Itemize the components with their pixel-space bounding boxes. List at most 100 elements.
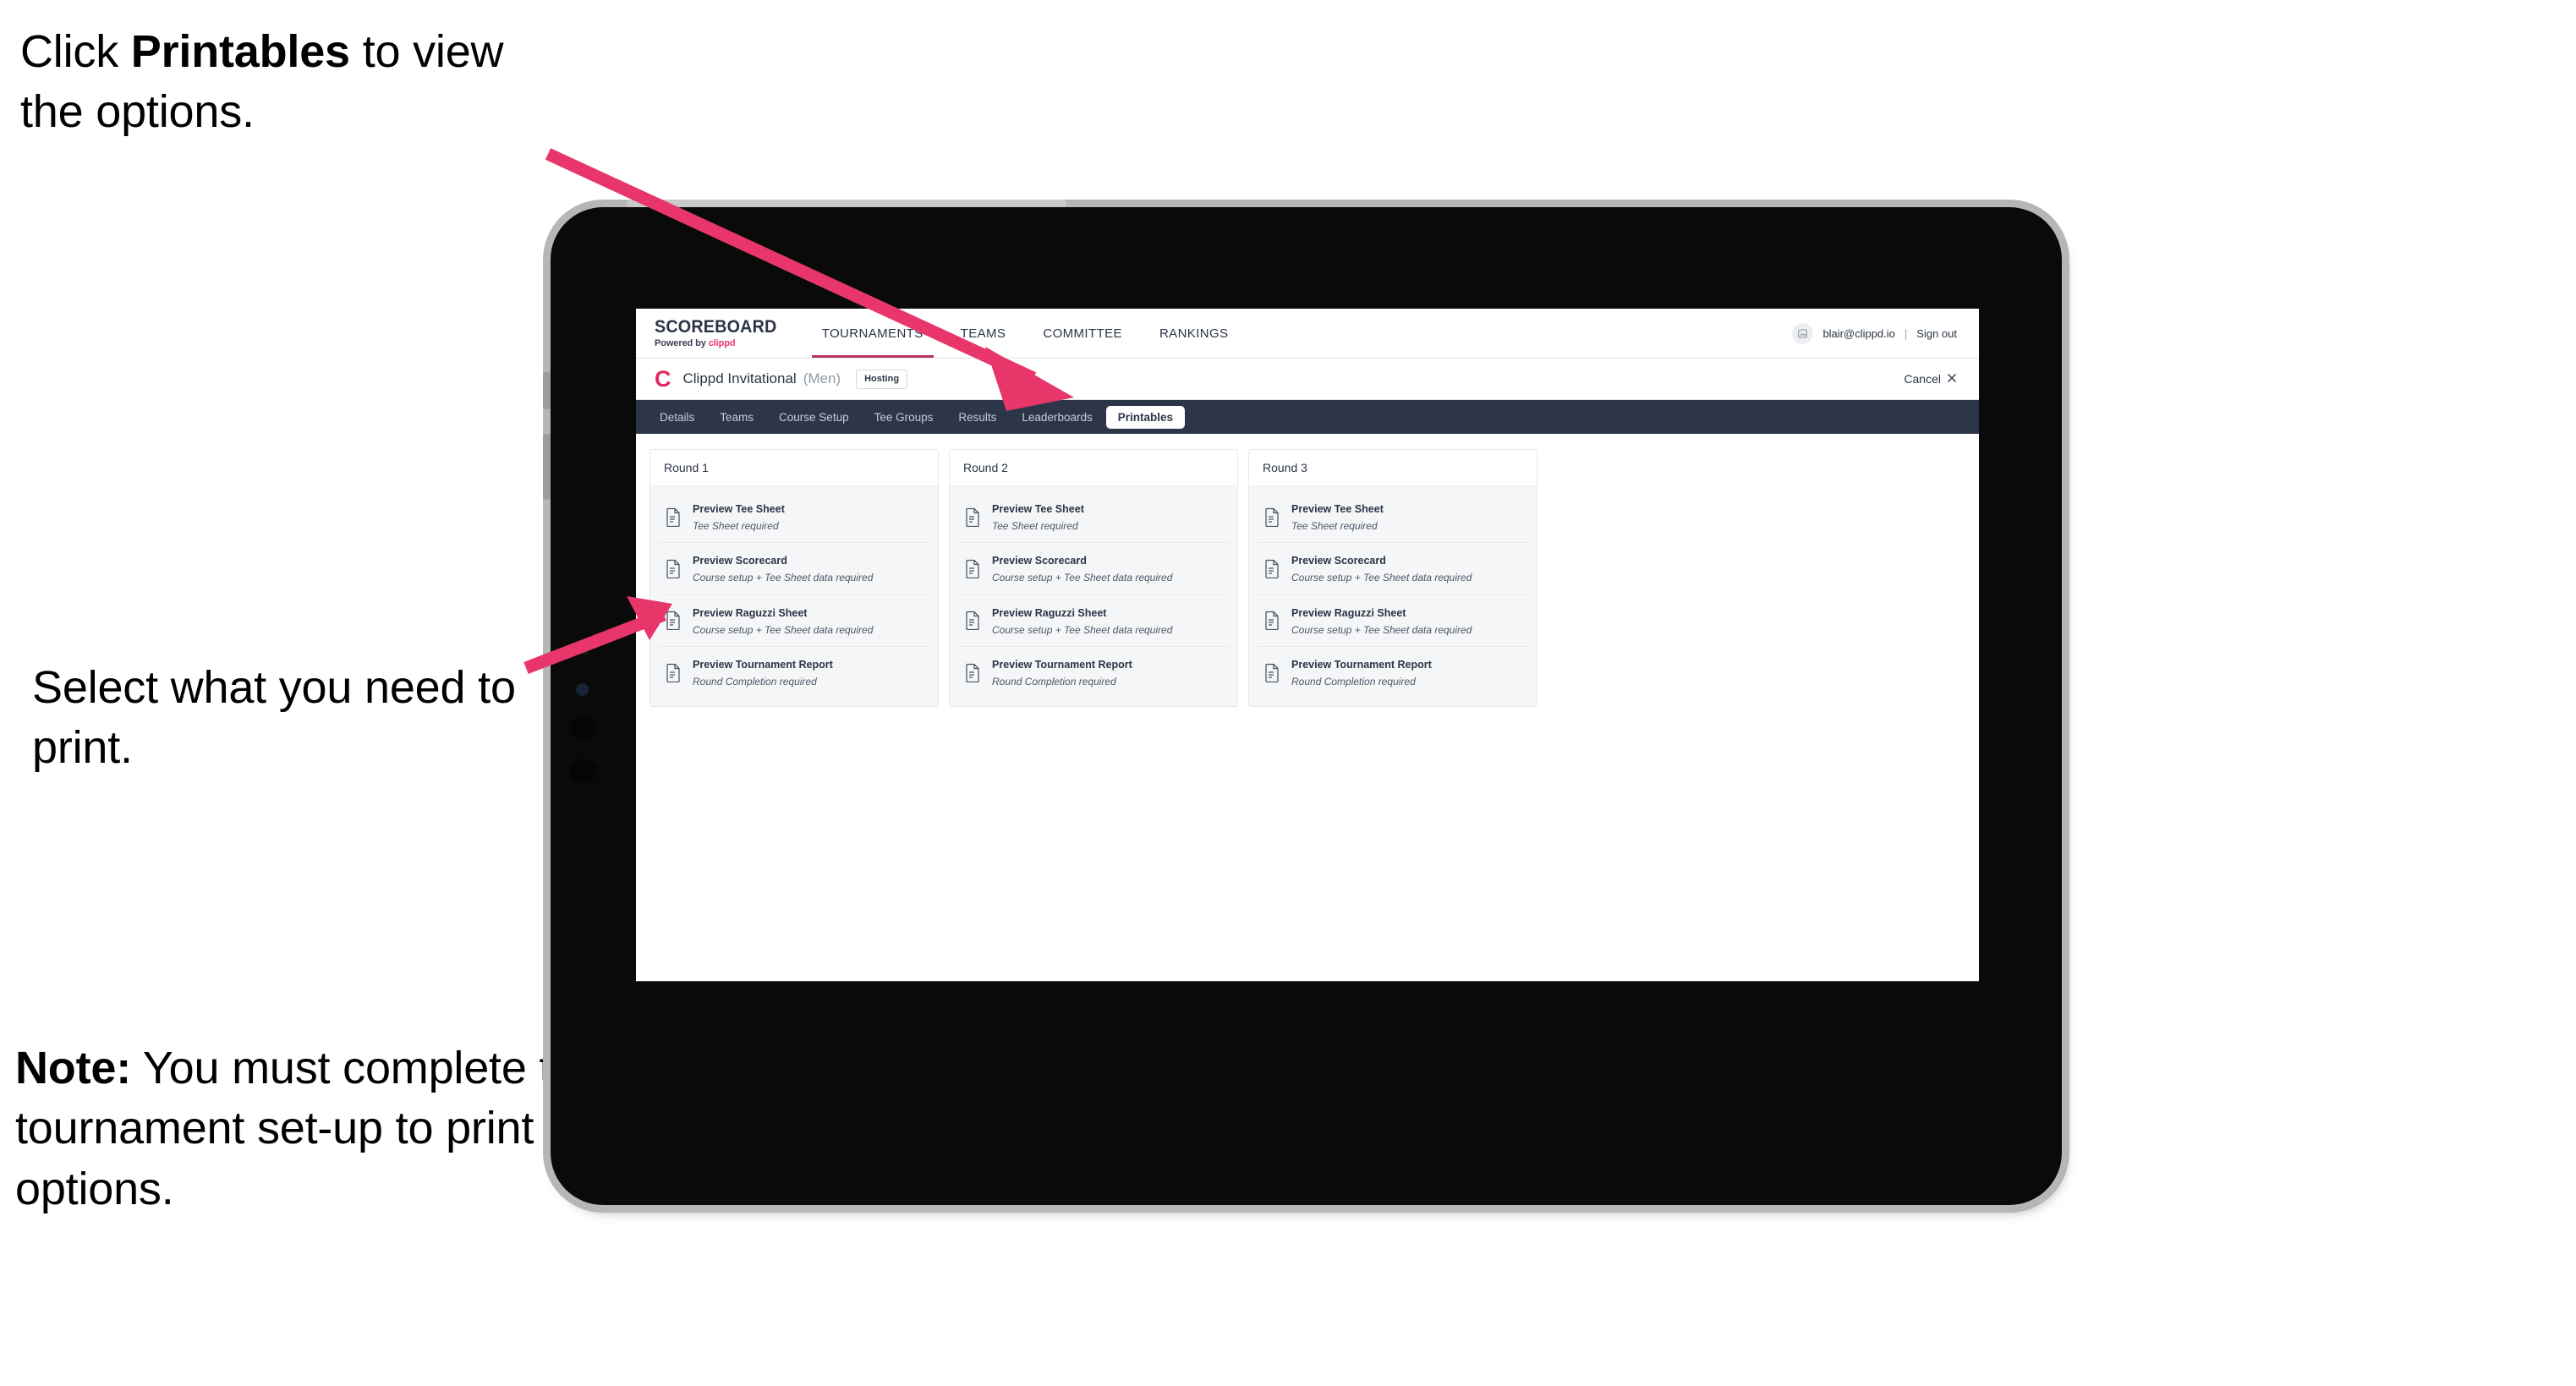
- printable-row-scorecard[interactable]: Preview Scorecard Course setup + Tee She…: [658, 543, 930, 595]
- printable-title: Preview Scorecard: [693, 555, 787, 567]
- topnav-label: TOURNAMENTS: [821, 326, 924, 341]
- topnav-item-rankings[interactable]: RANKINGS: [1141, 309, 1247, 358]
- document-icon: [666, 559, 682, 579]
- tab-tee-groups[interactable]: Tee Groups: [863, 406, 945, 429]
- printable-text: Preview Raguzzi Sheet Course setup + Tee…: [992, 605, 1172, 637]
- account-area: blair@clippd.io | Sign out: [1792, 309, 1979, 358]
- round-items-list: Preview Tee Sheet Tee Sheet required Pre…: [650, 486, 938, 706]
- printable-requirement: Course setup + Tee Sheet data required: [1291, 623, 1472, 636]
- annotation-click-bold: Printables: [130, 26, 350, 77]
- printable-text: Preview Scorecard Course setup + Tee She…: [1291, 552, 1472, 584]
- document-icon: [1264, 663, 1280, 682]
- brand-title: SCOREBOARD: [655, 317, 777, 337]
- tablet-volume-button[interactable]: [543, 372, 551, 409]
- document-icon: [965, 611, 981, 631]
- printable-text: Preview Tee Sheet Tee Sheet required: [992, 501, 1084, 533]
- printable-requirement: Tee Sheet required: [992, 519, 1078, 532]
- status-badge: Hosting: [856, 369, 908, 389]
- round-title: Round 3: [1249, 450, 1537, 486]
- document-icon: [965, 507, 981, 527]
- clippd-logo-icon: C: [655, 365, 671, 392]
- printable-requirement: Course setup + Tee Sheet data required: [992, 572, 1173, 584]
- topnav-item-tournaments[interactable]: TOURNAMENTS: [803, 309, 942, 358]
- printable-title: Preview Raguzzi Sheet: [1291, 606, 1406, 619]
- user-avatar-icon[interactable]: [1792, 322, 1814, 344]
- round-card-1: Round 1 Preview Tee Sheet Tee Sheet requ…: [649, 449, 939, 707]
- cancel-button[interactable]: Cancel: [1904, 372, 1957, 386]
- printable-row-tournament-report[interactable]: Preview Tournament Report Round Completi…: [957, 647, 1230, 698]
- document-icon: [965, 663, 981, 682]
- tab-results[interactable]: Results: [946, 406, 1008, 429]
- printable-row-tournament-report[interactable]: Preview Tournament Report Round Completi…: [1257, 647, 1529, 698]
- round-items-list: Preview Tee Sheet Tee Sheet required Pre…: [950, 486, 1237, 706]
- document-icon: [1264, 559, 1280, 579]
- printable-row-raguzzi-sheet[interactable]: Preview Raguzzi Sheet Course setup + Tee…: [1257, 595, 1529, 648]
- printables-content: Round 1 Preview Tee Sheet Tee Sheet requ…: [636, 434, 1979, 707]
- printable-title: Preview Tee Sheet: [992, 503, 1084, 515]
- printable-text: Preview Raguzzi Sheet Course setup + Tee…: [693, 605, 873, 637]
- user-email-label: blair@clippd.io: [1822, 326, 1895, 340]
- document-icon: [965, 559, 981, 579]
- topnav-label: TEAMS: [960, 326, 1006, 341]
- printable-title: Preview Tee Sheet: [1291, 503, 1384, 515]
- document-icon: [1264, 611, 1280, 631]
- round-items-list: Preview Tee Sheet Tee Sheet required Pre…: [1249, 486, 1537, 706]
- printable-title: Preview Scorecard: [1291, 555, 1386, 567]
- primary-navigation: TOURNAMENTS TEAMS COMMITTEE RANKINGS: [803, 309, 1247, 358]
- printable-title: Preview Tee Sheet: [693, 503, 785, 515]
- tab-printables[interactable]: Printables: [1105, 405, 1186, 429]
- printable-row-tee-sheet[interactable]: Preview Tee Sheet Tee Sheet required: [957, 491, 1230, 544]
- printable-text: Preview Tournament Report Round Completi…: [992, 656, 1132, 688]
- tablet-top-edge-strip: [627, 200, 1066, 207]
- printable-title: Preview Tournament Report: [1291, 659, 1432, 671]
- account-separator: |: [1904, 326, 1908, 340]
- printable-text: Preview Tournament Report Round Completi…: [693, 656, 833, 688]
- app-top-bar: SCOREBOARD Powered by clippd TOURNAMENTS…: [636, 309, 1979, 359]
- brand-tagline-clippd: clippd: [708, 338, 736, 348]
- topnav-label: RANKINGS: [1159, 326, 1229, 341]
- brand-tagline-prefix: Powered by: [655, 338, 709, 348]
- round-card-3: Round 3 Preview Tee Sheet Tee Sheet requ…: [1248, 449, 1537, 707]
- printable-row-scorecard[interactable]: Preview Scorecard Course setup + Tee She…: [1257, 543, 1529, 595]
- document-icon: [666, 507, 682, 527]
- printable-requirement: Round Completion required: [992, 675, 1116, 688]
- printable-row-raguzzi-sheet[interactable]: Preview Raguzzi Sheet Course setup + Tee…: [658, 595, 930, 648]
- printable-requirement: Course setup + Tee Sheet data required: [992, 623, 1173, 636]
- printable-text: Preview Scorecard Course setup + Tee She…: [992, 552, 1172, 584]
- tournament-header-bar: C Clippd Invitational (Men) Hosting Canc…: [636, 359, 1979, 400]
- ambient-sensor-icon: [576, 683, 589, 696]
- close-icon: [1947, 372, 1957, 386]
- printable-requirement: Course setup + Tee Sheet data required: [693, 623, 874, 636]
- tab-teams[interactable]: Teams: [708, 406, 765, 429]
- printable-requirement: Round Completion required: [693, 675, 817, 688]
- tab-course-setup[interactable]: Course Setup: [767, 406, 861, 429]
- topnav-item-committee[interactable]: COMMITTEE: [1024, 309, 1141, 358]
- front-camera-icon: [576, 641, 590, 655]
- brand-tagline: Powered by clippd: [655, 338, 785, 348]
- tab-details[interactable]: Details: [648, 406, 706, 429]
- round-title: Round 2: [950, 450, 1237, 486]
- tablet-screen: SCOREBOARD Powered by clippd TOURNAMENTS…: [636, 309, 1979, 981]
- topnav-label: COMMITTEE: [1043, 326, 1122, 341]
- tablet-power-button[interactable]: [543, 434, 551, 500]
- printable-text: Preview Scorecard Course setup + Tee She…: [693, 552, 873, 584]
- printable-text: Preview Tee Sheet Tee Sheet required: [693, 501, 785, 533]
- annotation-click-prefix: Click: [20, 26, 131, 77]
- printable-row-tee-sheet[interactable]: Preview Tee Sheet Tee Sheet required: [658, 491, 930, 544]
- topnav-item-teams[interactable]: TEAMS: [942, 309, 1025, 358]
- brand-logo[interactable]: SCOREBOARD Powered by clippd: [636, 309, 797, 358]
- printable-title: Preview Raguzzi Sheet: [693, 606, 808, 619]
- section-tab-bar: Details Teams Course Setup Tee Groups Re…: [636, 400, 1979, 434]
- printable-row-tee-sheet[interactable]: Preview Tee Sheet Tee Sheet required: [1257, 491, 1529, 544]
- tablet-device: SCOREBOARD Powered by clippd TOURNAMENTS…: [543, 200, 2062, 1205]
- printable-row-raguzzi-sheet[interactable]: Preview Raguzzi Sheet Course setup + Tee…: [957, 595, 1230, 648]
- annotation-note-bold: Note:: [15, 1043, 131, 1093]
- printable-title: Preview Scorecard: [992, 555, 1087, 567]
- cancel-label: Cancel: [1904, 372, 1941, 386]
- printable-row-tournament-report[interactable]: Preview Tournament Report Round Completi…: [658, 647, 930, 698]
- printable-requirement: Tee Sheet required: [693, 519, 779, 532]
- bezel-dot-lower: [569, 759, 597, 783]
- sign-out-button[interactable]: Sign out: [1916, 327, 1957, 340]
- printable-row-scorecard[interactable]: Preview Scorecard Course setup + Tee She…: [957, 543, 1230, 595]
- tab-leaderboards[interactable]: Leaderboards: [1010, 406, 1104, 429]
